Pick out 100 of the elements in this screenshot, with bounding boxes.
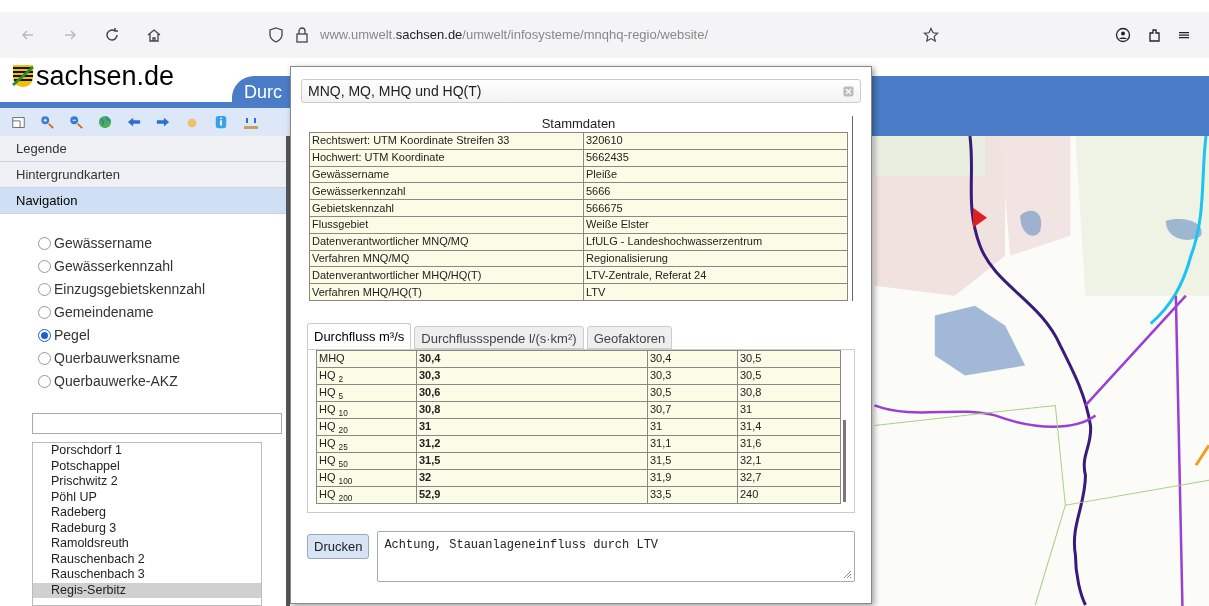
radio-label: Gewässername: [54, 234, 153, 253]
tab[interactable]: Durchflussspende l/(s·km²): [414, 325, 584, 349]
url-field[interactable]: www.umwelt.sachsen.de/umwelt/infosysteme/mnqhq-regio/website/: [320, 25, 709, 45]
list-item[interactable]: Rauschenbach 3: [33, 567, 261, 583]
note-text: Achtung, Stauanlageneinfluss durch LTV: [384, 537, 659, 552]
account-icon[interactable]: [1115, 27, 1131, 43]
table-cell: 31,5: [647, 452, 738, 470]
table-cell: 5662435: [583, 149, 848, 167]
table-cell: HQ $_{50}$: [316, 452, 417, 470]
list-item[interactable]: Potschappel: [33, 458, 261, 474]
radio-button[interactable]: [38, 283, 51, 296]
accordion-header[interactable]: Legende: [0, 136, 286, 162]
table-cell: Hochwert: UTM Koordinate: [309, 149, 584, 167]
list-item[interactable]: Porschdorf 1: [33, 443, 261, 459]
site-logo[interactable]: sachsen.de: [36, 62, 175, 90]
reload-icon[interactable]: [104, 27, 120, 43]
radio-button[interactable]: [38, 329, 51, 342]
radio-button[interactable]: [38, 352, 51, 365]
list-item[interactable]: Prischwitz 2: [33, 474, 261, 490]
coat-of-arms-icon: [12, 64, 34, 88]
table-cell: 32,1: [737, 452, 841, 470]
table-cell: LTV-Zentrale, Referat 24: [583, 266, 848, 284]
radio-label: Einzugsgebietskennzahl: [54, 280, 205, 299]
table-cell: 30,5: [737, 350, 841, 368]
resize-handle-icon[interactable]: [843, 569, 852, 579]
table-cell: 52,9: [416, 486, 648, 504]
radio-button[interactable]: [38, 237, 51, 250]
search-field[interactable]: [32, 413, 282, 434]
table-cell: 31,9: [647, 469, 738, 487]
scrollbar[interactable]: [843, 419, 846, 502]
table-cell: 30,5: [647, 384, 738, 402]
table-cell: MHQ: [316, 350, 417, 368]
table-cell: 31: [647, 418, 738, 436]
radio-label: Querbauwerksname: [54, 349, 181, 368]
table-cell: 30,3: [647, 367, 738, 385]
radio-button[interactable]: [38, 306, 51, 319]
table-cell: 31: [737, 401, 841, 419]
list-item[interactable]: Rauschenbach 2: [33, 551, 261, 567]
extensions-icon[interactable]: [1147, 27, 1163, 43]
table-cell: 30,8: [737, 384, 841, 402]
table-cell: 240: [737, 486, 841, 504]
zoom-out-icon[interactable]: [69, 115, 83, 129]
print-button[interactable]: Drucken: [307, 533, 370, 559]
info-icon[interactable]: [214, 115, 228, 129]
radio-button[interactable]: [38, 375, 51, 388]
table-cell: 30,7: [647, 401, 738, 419]
table-cell: 30,3: [416, 367, 648, 385]
close-icon[interactable]: [843, 85, 854, 97]
accordion-header[interactable]: Hintergrundkarten: [0, 162, 286, 188]
list-item[interactable]: Regis-Serbitz: [33, 582, 261, 598]
table-cell: 32: [416, 469, 648, 487]
table-title: Stammdaten: [541, 116, 616, 132]
table-cell: 32,7: [737, 469, 841, 487]
table-cell: 30,4: [416, 350, 648, 368]
table-cell: LTV: [583, 283, 848, 301]
menu-icon[interactable]: [1179, 30, 1189, 40]
table-cell: 30,6: [416, 384, 648, 402]
table-cell: LfULG - Landeshochwasserzentrum: [583, 233, 848, 251]
accordion-header[interactable]: Navigation: [0, 188, 286, 214]
table-cell: HQ $_{100}$: [316, 469, 417, 487]
list-item[interactable]: Pöhl UP: [33, 489, 261, 505]
zoom-in-icon[interactable]: [40, 115, 54, 129]
list-item[interactable]: Radeberg: [33, 505, 261, 521]
radio-button[interactable]: [38, 260, 51, 273]
radio-label: Querbauwerke-AKZ: [54, 372, 178, 391]
tab[interactable]: Durchfluss m³/s: [307, 322, 412, 349]
list-item[interactable]: Ramoldsreuth: [33, 536, 261, 552]
list-item[interactable]: Radeburg 3: [33, 520, 261, 536]
table-cell: Verfahren MNQ/MQ: [309, 250, 584, 267]
arrow-right-icon[interactable]: [156, 115, 170, 129]
star-icon[interactable]: [923, 27, 939, 43]
table-cell: 30,5: [737, 367, 841, 385]
tab[interactable]: Geofaktoren: [586, 325, 673, 349]
table-cell: Pleiße: [583, 166, 848, 183]
table-cell: Gewässername: [309, 166, 584, 183]
table-cell: 31,1: [647, 435, 738, 453]
shield-icon[interactable]: [268, 27, 284, 43]
table-cell: 33,5: [647, 486, 738, 504]
table-cell: HQ $_{200}$: [316, 486, 417, 504]
table-cell: 31: [416, 418, 648, 436]
arrow-left-icon[interactable]: [127, 115, 141, 129]
radio-label: Pegel: [54, 326, 90, 345]
table-cell: 30,8: [416, 401, 648, 419]
globe-icon[interactable]: [98, 115, 112, 129]
table-cell: Flussgebiet: [309, 216, 584, 234]
table-cell: 30,4: [647, 350, 738, 368]
table-cell: Rechtswert: UTM Koordinate Streifen 33: [309, 132, 584, 150]
table-cell: Datenverantwortlicher MNQ/MQ: [309, 233, 584, 251]
table-cell: Weiße Elster: [583, 216, 848, 234]
home-icon[interactable]: [146, 27, 162, 43]
table-cell: Regionalisierung: [583, 250, 848, 267]
table-cell: HQ $_{5}$: [316, 384, 417, 402]
note-field[interactable]: Achtung, Stauanlageneinfluss durch LTV: [377, 530, 855, 582]
table-cell: HQ $_{10}$: [316, 401, 417, 419]
table-cell: 320610: [583, 132, 848, 150]
table-cell: HQ $_{2}$: [316, 367, 417, 385]
table-cell: HQ $_{20}$: [316, 418, 417, 436]
overview-icon[interactable]: [12, 115, 25, 129]
radio-label: Gemeindename: [54, 303, 154, 322]
lock-icon[interactable]: [294, 27, 310, 43]
